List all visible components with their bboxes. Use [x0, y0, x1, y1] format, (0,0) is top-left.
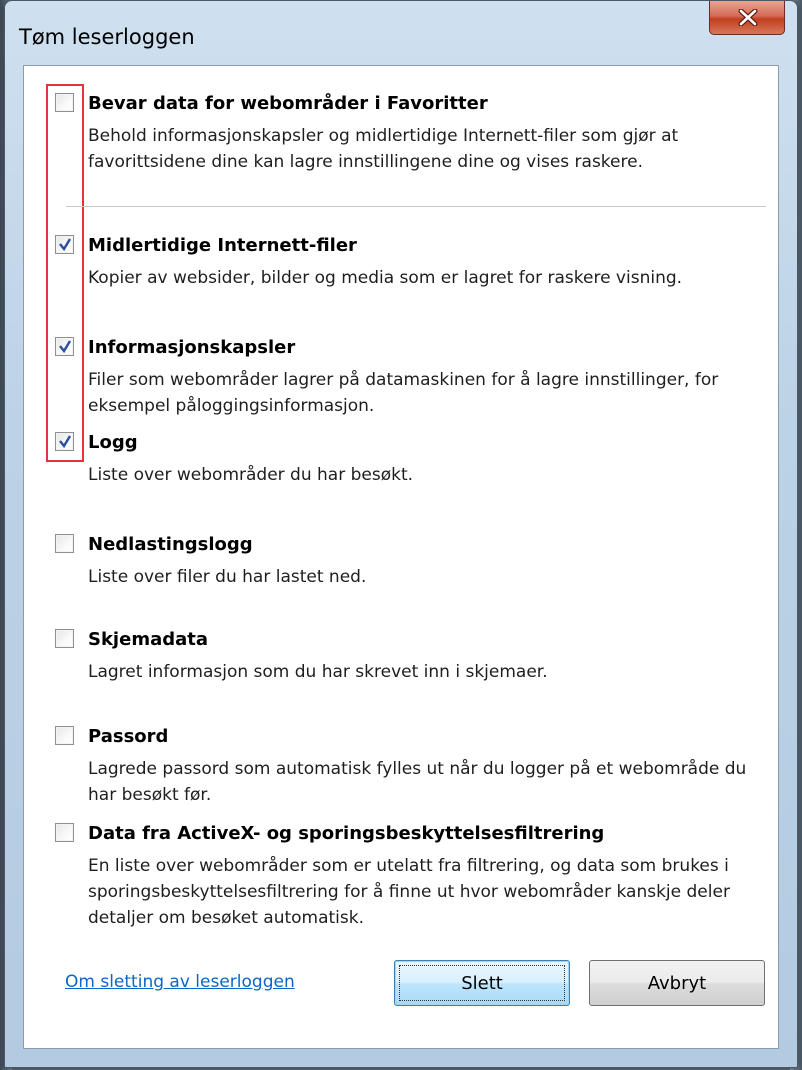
separator	[66, 206, 766, 207]
checkmark-icon	[59, 340, 72, 354]
option-title-passwords: Passord	[88, 726, 169, 747]
checkbox-form-data[interactable]	[55, 629, 74, 648]
option-desc-download-history: Liste over filer du har lastet ned.	[88, 567, 367, 587]
delete-button-label: Slett	[461, 972, 503, 994]
about-deleting-history-link[interactable]: Om sletting av leserloggen	[65, 972, 295, 992]
option-title-cookies: Informasjonskapsler	[88, 337, 296, 358]
option-desc-temporary-files: Kopier av websider, bilder og media som …	[88, 268, 683, 288]
checkbox-preserve-favorites[interactable]	[55, 93, 74, 112]
checkmark-icon	[59, 238, 72, 252]
option-title-activex-tracking: Data fra ActiveX- og sporingsbeskyttelse…	[88, 823, 605, 844]
option-desc-cookies: Filer som webområder lagrer på datamaski…	[88, 370, 719, 416]
option-desc-preserve-favorites: Behold informasjonskapsler og midlertidi…	[88, 126, 679, 172]
close-icon	[738, 9, 758, 26]
close-button[interactable]	[709, 1, 785, 35]
dialog-window: Tøm leserloggen Bevar data for webområde…	[4, 0, 798, 1068]
cancel-button[interactable]: Avbryt	[589, 960, 765, 1006]
checkbox-history[interactable]	[55, 432, 74, 451]
checkbox-download-history[interactable]	[55, 534, 74, 553]
delete-button[interactable]: Slett	[394, 960, 570, 1006]
title-bar: Tøm leserloggen	[5, 1, 797, 69]
option-title-form-data: Skjemadata	[88, 629, 208, 650]
checkmark-icon	[59, 435, 72, 449]
checkbox-activex-tracking[interactable]	[55, 823, 74, 842]
checkbox-passwords[interactable]	[55, 726, 74, 745]
option-desc-activex-tracking: En liste over webområder som er utelatt …	[88, 856, 730, 928]
option-title-download-history: Nedlastingslogg	[88, 534, 253, 555]
option-desc-form-data: Lagret informasjon som du har skrevet in…	[88, 662, 548, 682]
checkbox-temporary-files[interactable]	[55, 235, 74, 254]
option-desc-passwords: Lagrede passord som automatisk fylles ut…	[88, 759, 747, 805]
option-desc-history: Liste over webområder du har besøkt.	[88, 465, 414, 485]
dialog-title: Tøm leserloggen	[19, 25, 195, 49]
cancel-button-label: Avbryt	[647, 972, 707, 994]
option-title-preserve-favorites: Bevar data for webområder i Favoritter	[88, 93, 488, 114]
dialog-content: Bevar data for webområder i Favoritter B…	[23, 65, 779, 1049]
highlight-annotation	[46, 84, 84, 462]
option-title-history: Logg	[88, 432, 138, 453]
checkbox-cookies[interactable]	[55, 337, 74, 356]
option-title-temporary-files: Midlertidige Internett-filer	[88, 235, 357, 256]
